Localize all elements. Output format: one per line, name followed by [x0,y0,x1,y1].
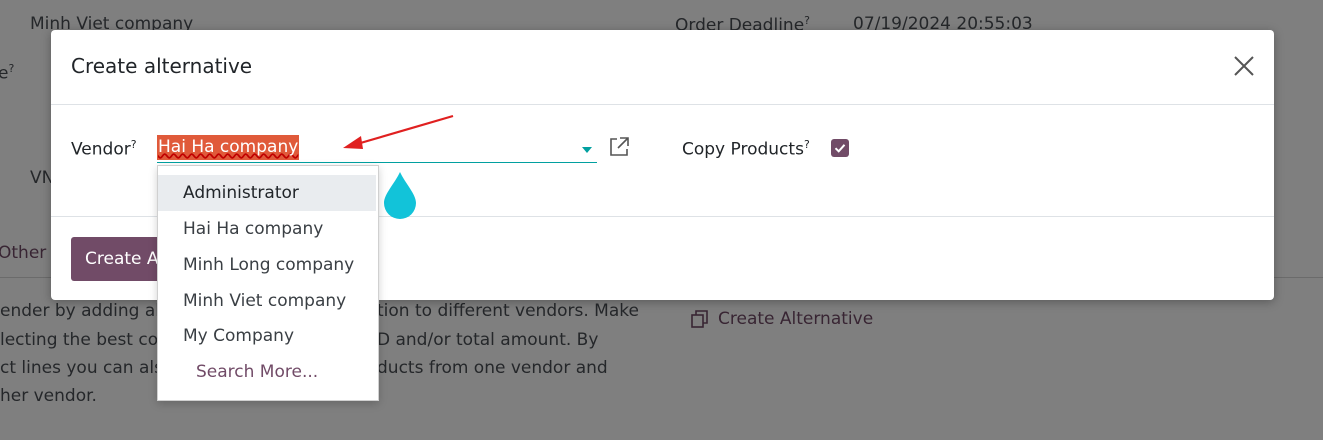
modal-title: Create alternative [71,54,253,78]
copy-products-label: Copy Products? [682,138,810,160]
vendor-help: ? [130,138,137,151]
search-more-link[interactable]: Search More... [158,354,378,390]
vendor-dropdown: Administrator Hai Ha company Minh Long c… [157,165,379,401]
dropdown-item[interactable]: My Company [158,318,378,354]
check-icon [834,144,846,153]
dropdown-item[interactable]: Hai Ha company [158,211,378,247]
external-link-icon[interactable] [608,136,630,158]
modal-header: Create alternative [51,30,1274,105]
copy-products-checkbox[interactable] [831,139,849,157]
copy-products-help: ? [803,138,810,151]
chevron-down-icon[interactable] [582,147,592,153]
vendor-input-value: Hai Ha company [157,135,300,160]
cursor-drop-icon [384,172,416,219]
dropdown-item[interactable]: Minh Viet company [158,283,378,319]
annotation-arrow-icon [343,114,454,149]
dropdown-item[interactable]: Administrator [158,175,376,211]
vendor-label: Vendor? [71,138,137,160]
dropdown-item[interactable]: Minh Long company [158,247,378,283]
close-icon[interactable] [1232,54,1256,78]
